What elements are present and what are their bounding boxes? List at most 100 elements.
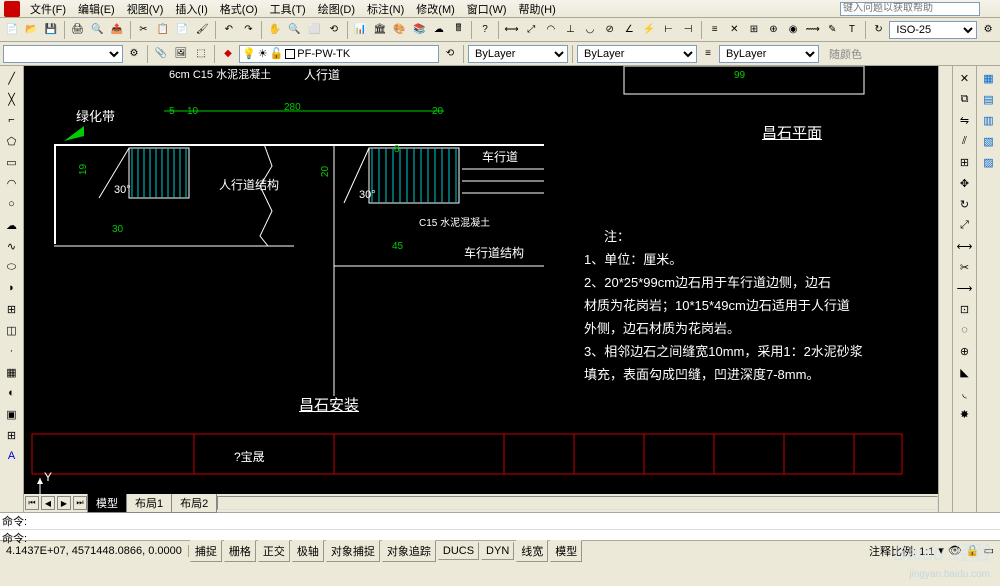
menu-edit[interactable]: 编辑(E) (72, 0, 121, 19)
menu-modify[interactable]: 修改(M) (410, 0, 461, 19)
dim-angular-icon[interactable]: ∠ (620, 21, 638, 39)
help-icon[interactable]: ? (476, 21, 494, 39)
paste-icon[interactable]: 📄 (174, 21, 192, 39)
table-icon[interactable]: ⊞ (2, 425, 22, 445)
tool-palette-icon[interactable]: 🎨 (391, 21, 409, 39)
center-mark-icon[interactable]: ⊕ (765, 21, 783, 39)
array-icon[interactable]: ⊞ (955, 152, 975, 172)
annotation-scale[interactable]: 注释比例: 1:1 (869, 543, 934, 559)
zoom-rt-icon[interactable]: 🔍 (286, 21, 304, 39)
arc-icon[interactable]: ◠ (2, 173, 22, 193)
inspect-icon[interactable]: ◉ (784, 21, 802, 39)
menu-file[interactable]: 文件(F) (24, 0, 72, 19)
menu-format[interactable]: 格式(O) (214, 0, 264, 19)
status-otrack[interactable]: 对象追踪 (382, 540, 436, 562)
point-icon[interactable]: · (2, 341, 22, 361)
tab-nav-next[interactable]: ▶ (57, 496, 71, 510)
dim-baseline-icon[interactable]: ⊢ (660, 21, 678, 39)
dim-quick-icon[interactable]: ⚡ (640, 21, 658, 39)
draworder-2-icon[interactable]: ▤ (979, 89, 999, 109)
tab-layout1[interactable]: 布局1 (126, 493, 172, 513)
dimstyle-dropdown[interactable]: ISO-25 (889, 21, 977, 39)
menu-help[interactable]: 帮助(H) (513, 0, 562, 19)
join-icon[interactable]: ⊕ (955, 341, 975, 361)
draworder-1-icon[interactable]: ▦ (979, 68, 999, 88)
status-dyn[interactable]: DYN (481, 542, 514, 560)
clean-screen-icon[interactable]: ▭ (984, 544, 994, 557)
tab-nav-last[interactable]: ⏭ (73, 496, 87, 510)
erase-icon[interactable]: ✕ (955, 68, 975, 88)
layer-mgr-icon[interactable]: ◆ (219, 45, 237, 63)
tab-nav-first[interactable]: ⏮ (25, 496, 39, 510)
zoom-win-icon[interactable]: ⬜ (305, 21, 323, 39)
mtext-icon[interactable]: A (2, 446, 22, 466)
draworder-5-icon[interactable]: ▨ (979, 152, 999, 172)
menu-insert[interactable]: 插入(I) (169, 0, 213, 19)
lock-toolbar-icon[interactable]: 🔒 (966, 544, 980, 557)
dim-tedit-icon[interactable]: T (843, 21, 861, 39)
explode-icon[interactable]: ✸ (955, 404, 975, 424)
copy-obj-icon[interactable]: ⧉ (955, 89, 975, 109)
dim-diameter-icon[interactable]: ⊘ (601, 21, 619, 39)
dim-linear-icon[interactable]: ⟷ (503, 21, 521, 39)
match-icon[interactable]: 🖌 (193, 21, 211, 39)
insert-block-icon[interactable]: ⊞ (2, 299, 22, 319)
layer-prev-icon[interactable]: ⟲ (441, 45, 459, 63)
rectangle-icon[interactable]: ▭ (2, 152, 22, 172)
save-icon[interactable]: 💾 (42, 21, 60, 39)
drawing-canvas[interactable]: 6cm C15 水泥混凝土 人行道 5 10 280 20 绿化带 人行道结构 … (24, 66, 938, 494)
line-icon[interactable]: ╱ (2, 68, 22, 88)
design-center-icon[interactable]: 🏛 (371, 21, 389, 39)
dim-continue-icon[interactable]: ⊣ (679, 21, 697, 39)
cut-icon[interactable]: ✂ (135, 21, 153, 39)
trim-icon[interactable]: ✂ (955, 257, 975, 277)
undo-icon[interactable]: ↶ (220, 21, 238, 39)
ws-settings-icon[interactable]: ⚙ (125, 45, 143, 63)
fillet-icon[interactable]: ◟ (955, 383, 975, 403)
ellipse-icon[interactable]: ⬭ (2, 257, 22, 277)
menu-tools[interactable]: 工具(T) (264, 0, 312, 19)
menu-dimension[interactable]: 标注(N) (361, 0, 410, 19)
layer-dropdown[interactable]: 💡 ☀ 🔓 PF-PW-TK (239, 45, 439, 63)
status-polar[interactable]: 极轴 (292, 540, 324, 562)
move-icon[interactable]: ✥ (955, 173, 975, 193)
status-model[interactable]: 模型 (550, 540, 582, 562)
break-pt-icon[interactable]: ⊡ (955, 299, 975, 319)
status-osnap[interactable]: 对象捕捉 (326, 540, 380, 562)
color-dropdown[interactable]: ByLayer (468, 45, 568, 63)
calc-icon[interactable]: 🖩 (450, 21, 468, 39)
make-block-icon[interactable]: ◫ (2, 320, 22, 340)
status-grid[interactable]: 栅格 (224, 540, 256, 562)
status-ortho[interactable]: 正交 (258, 540, 290, 562)
dim-break-icon[interactable]: ✕ (725, 21, 743, 39)
spline-icon[interactable]: ∿ (2, 236, 22, 256)
gradient-icon[interactable]: ◐ (2, 383, 22, 403)
dim-ordinate-icon[interactable]: ⊥ (562, 21, 580, 39)
anno-dropdown-icon[interactable]: ▾ (938, 544, 944, 557)
break-icon[interactable]: ◌ (955, 320, 975, 340)
coordinates[interactable]: 4.1437E+07, 4571448.0866, 0.0000 (0, 545, 189, 557)
tolerance-icon[interactable]: ⊞ (745, 21, 763, 39)
mirror-icon[interactable]: ⇋ (955, 110, 975, 130)
status-ducs[interactable]: DUCS (438, 542, 479, 560)
region-icon[interactable]: ▣ (2, 404, 22, 424)
chamfer-icon[interactable]: ◣ (955, 362, 975, 382)
circle-icon[interactable]: ○ (2, 194, 22, 214)
linetype-dropdown[interactable]: ByLayer (577, 45, 697, 63)
draworder-3-icon[interactable]: ▥ (979, 110, 999, 130)
polygon-icon[interactable]: ⬠ (2, 131, 22, 151)
rotate-icon[interactable]: ↻ (955, 194, 975, 214)
scale-icon[interactable]: ⤢ (955, 215, 975, 235)
markup-icon[interactable]: ☁ (430, 21, 448, 39)
image-icon[interactable]: 🖼 (172, 45, 190, 63)
preview-icon[interactable]: 🔍 (88, 21, 106, 39)
copy-icon[interactable]: 📋 (154, 21, 172, 39)
pan-icon[interactable]: ✋ (266, 21, 284, 39)
lineweight-dropdown[interactable]: ByLayer (719, 45, 819, 63)
menu-view[interactable]: 视图(V) (121, 0, 170, 19)
print-icon[interactable]: 🖨 (69, 21, 87, 39)
dim-space-icon[interactable]: ≡ (706, 21, 724, 39)
linetype-mgr-icon[interactable]: ≡ (699, 45, 717, 63)
menu-window[interactable]: 窗口(W) (461, 0, 513, 19)
status-snap[interactable]: 捕捉 (190, 540, 222, 562)
